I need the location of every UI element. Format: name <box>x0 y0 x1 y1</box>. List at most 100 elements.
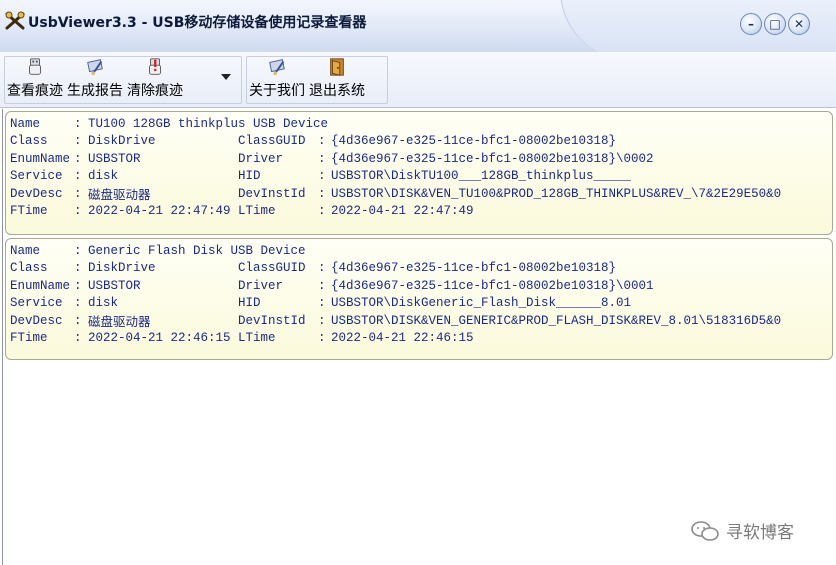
field-separator: : <box>74 186 82 201</box>
device-field-row: Service: disk HID: USBSTOR\DiskTU100___1… <box>10 168 832 186</box>
device-name: Generic Flash Disk USB Device <box>88 243 306 258</box>
device-name: TU100 128GB thinkplus USB Device <box>88 116 329 131</box>
field-separator: : <box>74 243 82 258</box>
field-key: Name <box>10 243 41 258</box>
field-key: Class <box>10 134 48 149</box>
toolbar-group-system: 关于我们 退出系统 <box>246 56 388 104</box>
field-key: EnumName <box>10 151 71 166</box>
device-field-row: Class: DiskDrive ClassGUID: {4d36e967-e3… <box>10 133 832 151</box>
field-separator: : <box>318 331 326 346</box>
minimize-button[interactable]: – <box>740 13 762 35</box>
field-value: 磁盘驱动器 <box>88 189 151 204</box>
field-value: disk <box>88 296 119 311</box>
field-value: USBSTOR <box>88 151 141 166</box>
field-value: DiskDrive <box>88 261 156 276</box>
minimize-icon: – <box>748 17 754 31</box>
field-separator: : <box>74 116 82 131</box>
device-field-row: FTime: 2022-04-21 22:46:15 LTime: 2022-0… <box>10 330 832 348</box>
restore-button[interactable]: □ <box>764 13 786 35</box>
field-key: Name <box>10 116 41 131</box>
field-separator: : <box>74 204 82 219</box>
exit-system-button[interactable]: 退出系统 <box>307 57 367 103</box>
device-card[interactable]: Name : Generic Flash Disk USB Device Cla… <box>5 238 833 360</box>
field-separator: : <box>318 169 326 184</box>
exit-icon <box>330 58 344 76</box>
field-value: 2022-04-21 22:46:15 <box>331 331 474 346</box>
field-separator: : <box>318 134 326 149</box>
field-value: USBSTOR <box>88 278 141 293</box>
restore-icon: □ <box>769 17 781 31</box>
about-icon <box>269 59 285 76</box>
field-key: Class <box>10 261 48 276</box>
field-separator: : <box>74 331 82 346</box>
field-key: DevDesc <box>10 186 63 201</box>
report-icon <box>87 59 103 76</box>
about-us-button[interactable]: 关于我们 <box>247 57 307 103</box>
toolbar-group-main: 查看痕迹 生成报告 清除痕迹 <box>4 56 242 104</box>
field-key: Service <box>10 169 63 184</box>
field-separator: : <box>318 261 326 276</box>
field-separator: : <box>74 313 82 328</box>
field-key: DevDesc <box>10 313 63 328</box>
device-field-row: Class: DiskDrive ClassGUID: {4d36e967-e3… <box>10 260 832 278</box>
field-value: USBSTOR\DISK&VEN_TU100&PROD_128GB_THINKP… <box>331 186 782 201</box>
field-value: 磁盘驱动器 <box>88 316 151 331</box>
field-key: ClassGUID <box>238 261 306 276</box>
field-separator: : <box>74 296 82 311</box>
field-value: {4d36e967-e325-11ce-bfc1-08002be10318} <box>331 134 617 149</box>
field-value: USBSTOR\DISK&VEN_GENERIC&PROD_FLASH_DISK… <box>331 313 782 328</box>
device-card[interactable]: Name : TU100 128GB thinkplus USB Device … <box>5 111 833 235</box>
usb-drive-icon <box>29 58 41 75</box>
window-title: UsbViewer3.3 - USB移动存储设备使用记录查看器 <box>28 15 367 31</box>
device-name-row: Name : TU100 128GB thinkplus USB Device <box>10 115 832 133</box>
toolbar: 查看痕迹 生成报告 清除痕迹 关于我们 退出系统 <box>0 52 836 108</box>
field-key: ClassGUID <box>238 134 306 149</box>
field-separator: : <box>318 204 326 219</box>
app-icon <box>5 11 25 30</box>
generate-report-label: 生成报告 <box>67 83 123 99</box>
device-field-row: Service: disk HID: USBSTOR\DiskGeneric_F… <box>10 295 832 313</box>
generate-report-button[interactable]: 生成报告 <box>65 57 125 103</box>
field-value: 2022-04-21 22:47:49 <box>88 204 231 219</box>
field-separator: : <box>318 313 326 328</box>
wechat-icon <box>691 520 719 541</box>
view-traces-label: 查看痕迹 <box>7 83 63 99</box>
field-key: FTime <box>10 331 48 346</box>
field-separator: : <box>318 296 326 311</box>
field-key: DevInstId <box>238 313 306 328</box>
field-key: LTime <box>238 204 276 219</box>
field-separator: : <box>74 278 82 293</box>
about-us-label: 关于我们 <box>249 83 305 99</box>
clear-traces-label: 清除痕迹 <box>127 83 183 99</box>
clear-traces-button[interactable]: 清除痕迹 <box>125 57 185 103</box>
field-value: 2022-04-21 22:47:49 <box>331 204 474 219</box>
field-value: USBSTOR\DiskGeneric_Flash_Disk______8.01 <box>331 296 632 311</box>
device-list[interactable]: Name : TU100 128GB thinkplus USB Device … <box>2 109 834 565</box>
field-value: 2022-04-21 22:46:15 <box>88 331 231 346</box>
field-key: Service <box>10 296 63 311</box>
field-key: Driver <box>238 278 284 293</box>
view-traces-button[interactable]: 查看痕迹 <box>5 57 65 103</box>
field-value: disk <box>88 169 119 184</box>
field-value: {4d36e967-e325-11ce-bfc1-08002be10318}\0… <box>331 151 654 166</box>
field-value: DiskDrive <box>88 134 156 149</box>
watermark-text: 寻软博客 <box>726 523 794 543</box>
field-key: LTime <box>238 331 276 346</box>
device-field-row: DevDesc: 磁盘驱动器 DevInstId: USBSTOR\DISK&V… <box>10 312 832 331</box>
title-bar: UsbViewer3.3 - USB移动存储设备使用记录查看器 – □ ✕ <box>0 0 836 52</box>
chevron-down-icon[interactable] <box>221 74 231 80</box>
field-key: DevInstId <box>238 186 306 201</box>
close-button[interactable]: ✕ <box>788 13 810 35</box>
field-separator: : <box>74 261 82 276</box>
field-value: USBSTOR\DiskTU100___128GB_thinkplus_____ <box>331 169 632 184</box>
field-key: Driver <box>238 151 284 166</box>
device-field-row: EnumName: USBSTOR Driver: {4d36e967-e325… <box>10 150 832 168</box>
watermark: 寻软博客 <box>690 518 794 543</box>
field-separator: : <box>318 151 326 166</box>
field-separator: : <box>318 278 326 293</box>
field-value: {4d36e967-e325-11ce-bfc1-08002be10318} <box>331 261 617 276</box>
device-field-row: EnumName: USBSTOR Driver: {4d36e967-e325… <box>10 277 832 295</box>
field-key: HID <box>238 296 261 311</box>
field-separator: : <box>74 169 82 184</box>
field-separator: : <box>74 134 82 149</box>
